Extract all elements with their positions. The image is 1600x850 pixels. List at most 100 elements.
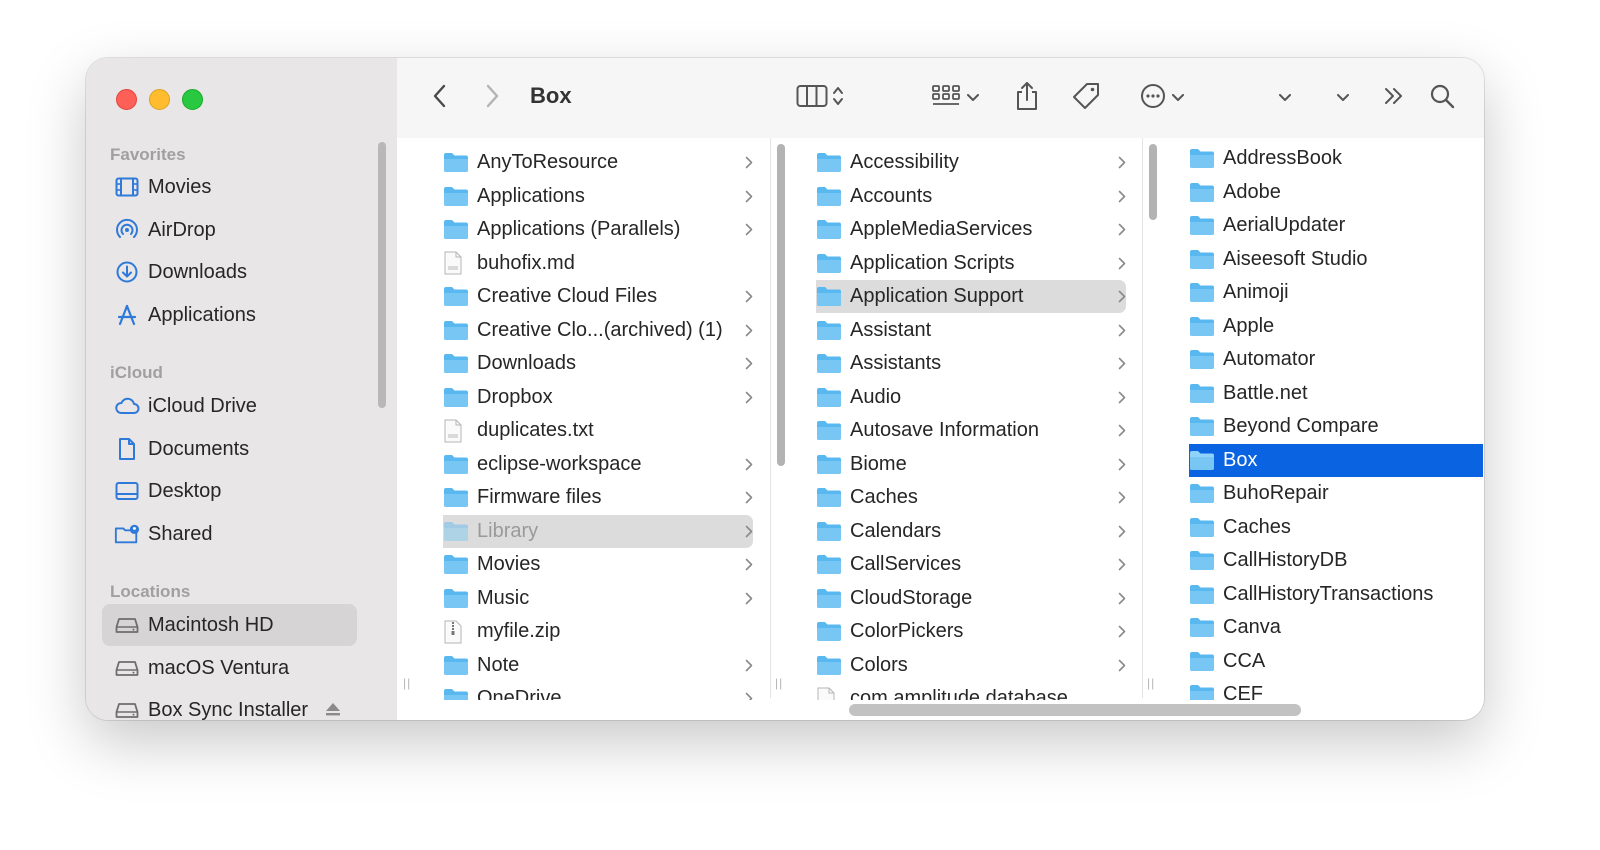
- folder-row[interactable]: Creative Cloud Files: [443, 280, 753, 313]
- column-resize-grip[interactable]: ||: [403, 676, 411, 690]
- column-scrollbar[interactable]: [777, 144, 785, 466]
- more-actions-button[interactable]: [1134, 58, 1190, 138]
- folder-row[interactable]: Note: [443, 649, 753, 682]
- folder-row[interactable]: AppleMediaServices: [816, 213, 1126, 246]
- folder-row[interactable]: CloudStorage: [816, 582, 1126, 615]
- folder-icon: [1189, 549, 1215, 573]
- folder-row[interactable]: Audio: [816, 381, 1126, 414]
- back-button[interactable]: [425, 58, 455, 138]
- folder-row[interactable]: CCA: [1189, 645, 1483, 678]
- folder-row[interactable]: Assistants: [816, 347, 1126, 380]
- column-resize-grip[interactable]: ||: [775, 676, 783, 690]
- folder-row[interactable]: Firmware files: [443, 481, 753, 514]
- folder-row[interactable]: Applications: [443, 180, 753, 213]
- horizontal-scrollbar[interactable]: [849, 704, 1301, 716]
- item-name: Colors: [850, 653, 908, 676]
- folder-row[interactable]: Apple: [1189, 310, 1483, 343]
- column-divider[interactable]: [770, 138, 771, 698]
- dropdown-button-2[interactable]: [1333, 58, 1353, 138]
- folder-row[interactable]: OneDrive: [443, 682, 753, 700]
- folder-row[interactable]: Dropbox: [443, 381, 753, 414]
- column-scrollbar[interactable]: [1149, 144, 1157, 220]
- folder-row[interactable]: BuhoRepair: [1189, 477, 1483, 510]
- file-row[interactable]: duplicates.txt: [443, 414, 753, 447]
- folder-row[interactable]: Accessibility: [816, 146, 1126, 179]
- forward-button[interactable]: [477, 58, 507, 138]
- folder-row[interactable]: CallHistoryDB: [1189, 544, 1483, 577]
- folder-row[interactable]: Adobe: [1189, 176, 1483, 209]
- sidebar-item-box-sync-installer[interactable]: Box Sync Installer: [102, 689, 357, 720]
- folder-row[interactable]: Calendars: [816, 515, 1126, 548]
- folder-row[interactable]: Aiseesoft Studio: [1189, 243, 1483, 276]
- folder-icon: [1189, 616, 1215, 640]
- sidebar-scrollbar[interactable]: [378, 142, 386, 408]
- drive-icon: [114, 655, 140, 681]
- sidebar-item-shared[interactable]: Shared: [102, 513, 357, 555]
- zoom-button[interactable]: [182, 89, 203, 110]
- folder-row[interactable]: Library: [443, 514, 753, 548]
- folder-row[interactable]: Beyond Compare: [1189, 410, 1483, 443]
- folder-row[interactable]: AddressBook: [1189, 142, 1483, 175]
- item-name: CallHistoryTransactions: [1223, 582, 1434, 605]
- sidebar-item-label: iCloud Drive: [148, 394, 257, 417]
- folder-row[interactable]: Downloads: [443, 347, 753, 380]
- dropdown-button-1[interactable]: [1275, 58, 1295, 138]
- folder-row[interactable]: Assistant: [816, 314, 1126, 347]
- chevron-right-icon: [745, 682, 753, 700]
- folder-row[interactable]: Caches: [1189, 511, 1483, 544]
- folder-row[interactable]: Movies: [443, 548, 753, 581]
- tag-button[interactable]: [1069, 58, 1103, 138]
- folder-icon: [443, 218, 469, 242]
- folder-row[interactable]: ColorPickers: [816, 615, 1126, 648]
- folder-icon: [1189, 482, 1215, 506]
- folder-row[interactable]: Animoji: [1189, 276, 1483, 309]
- file-row[interactable]: buhofix.md: [443, 247, 753, 280]
- close-button[interactable]: [116, 89, 137, 110]
- folder-row[interactable]: Application Scripts: [816, 247, 1126, 280]
- folder-row[interactable]: Box: [1189, 443, 1483, 477]
- sidebar-item-label: Applications: [148, 303, 256, 326]
- column-divider[interactable]: [1142, 138, 1143, 698]
- view-mode-button[interactable]: [789, 58, 851, 138]
- folder-row[interactable]: Battle.net: [1189, 377, 1483, 410]
- sidebar-item-downloads[interactable]: Downloads: [102, 251, 357, 293]
- search-button[interactable]: [1427, 58, 1457, 138]
- sidebar-item-macintosh-hd[interactable]: Macintosh HD: [102, 604, 357, 646]
- folder-row[interactable]: Colors: [816, 649, 1126, 682]
- toolbar-overflow-button[interactable]: [1381, 58, 1407, 138]
- folder-row[interactable]: CallHistoryTransactions: [1189, 578, 1483, 611]
- folder-row[interactable]: Music: [443, 582, 753, 615]
- column-resize-grip[interactable]: ||: [1147, 676, 1155, 690]
- folder-row[interactable]: Autosave Information: [816, 414, 1126, 447]
- eject-icon[interactable]: [324, 701, 342, 720]
- folder-row[interactable]: Canva: [1189, 611, 1483, 644]
- folder-row[interactable]: CallServices: [816, 548, 1126, 581]
- sidebar-item-macos-ventura[interactable]: macOS Ventura: [102, 647, 357, 689]
- sidebar-item-desktop[interactable]: Desktop: [102, 470, 357, 512]
- share-button[interactable]: [1012, 58, 1042, 138]
- item-name: CEF: [1223, 683, 1263, 700]
- sidebar-item-documents[interactable]: Documents: [102, 428, 357, 470]
- folder-row[interactable]: Automator: [1189, 343, 1483, 376]
- folder-row[interactable]: AerialUpdater: [1189, 209, 1483, 242]
- folder-row[interactable]: AnyToResource: [443, 146, 753, 179]
- chevron-right-icon: [745, 649, 753, 682]
- folder-row[interactable]: CEF: [1189, 678, 1483, 700]
- file-row[interactable]: com.amplitude.database: [816, 682, 1126, 700]
- sidebar-item-applications[interactable]: Applications: [102, 294, 357, 336]
- sidebar-item-movies[interactable]: Movies: [102, 166, 357, 208]
- minimize-button[interactable]: [149, 89, 170, 110]
- folder-row[interactable]: Biome: [816, 448, 1126, 481]
- folder-row[interactable]: Applications (Parallels): [443, 213, 753, 246]
- folder-row[interactable]: Creative Clo...(archived) (1): [443, 314, 753, 347]
- group-button[interactable]: [927, 58, 983, 138]
- sidebar-item-airdrop[interactable]: AirDrop: [102, 209, 357, 251]
- folder-row[interactable]: Application Support: [816, 280, 1126, 313]
- folder-icon: [1189, 147, 1215, 171]
- folder-row[interactable]: eclipse-workspace: [443, 448, 753, 481]
- folder-row[interactable]: Accounts: [816, 180, 1126, 213]
- chevron-right-icon: [745, 448, 753, 481]
- sidebar-item-icloud-drive[interactable]: iCloud Drive: [102, 385, 357, 427]
- folder-row[interactable]: Caches: [816, 481, 1126, 514]
- file-row[interactable]: myfile.zip: [443, 615, 753, 648]
